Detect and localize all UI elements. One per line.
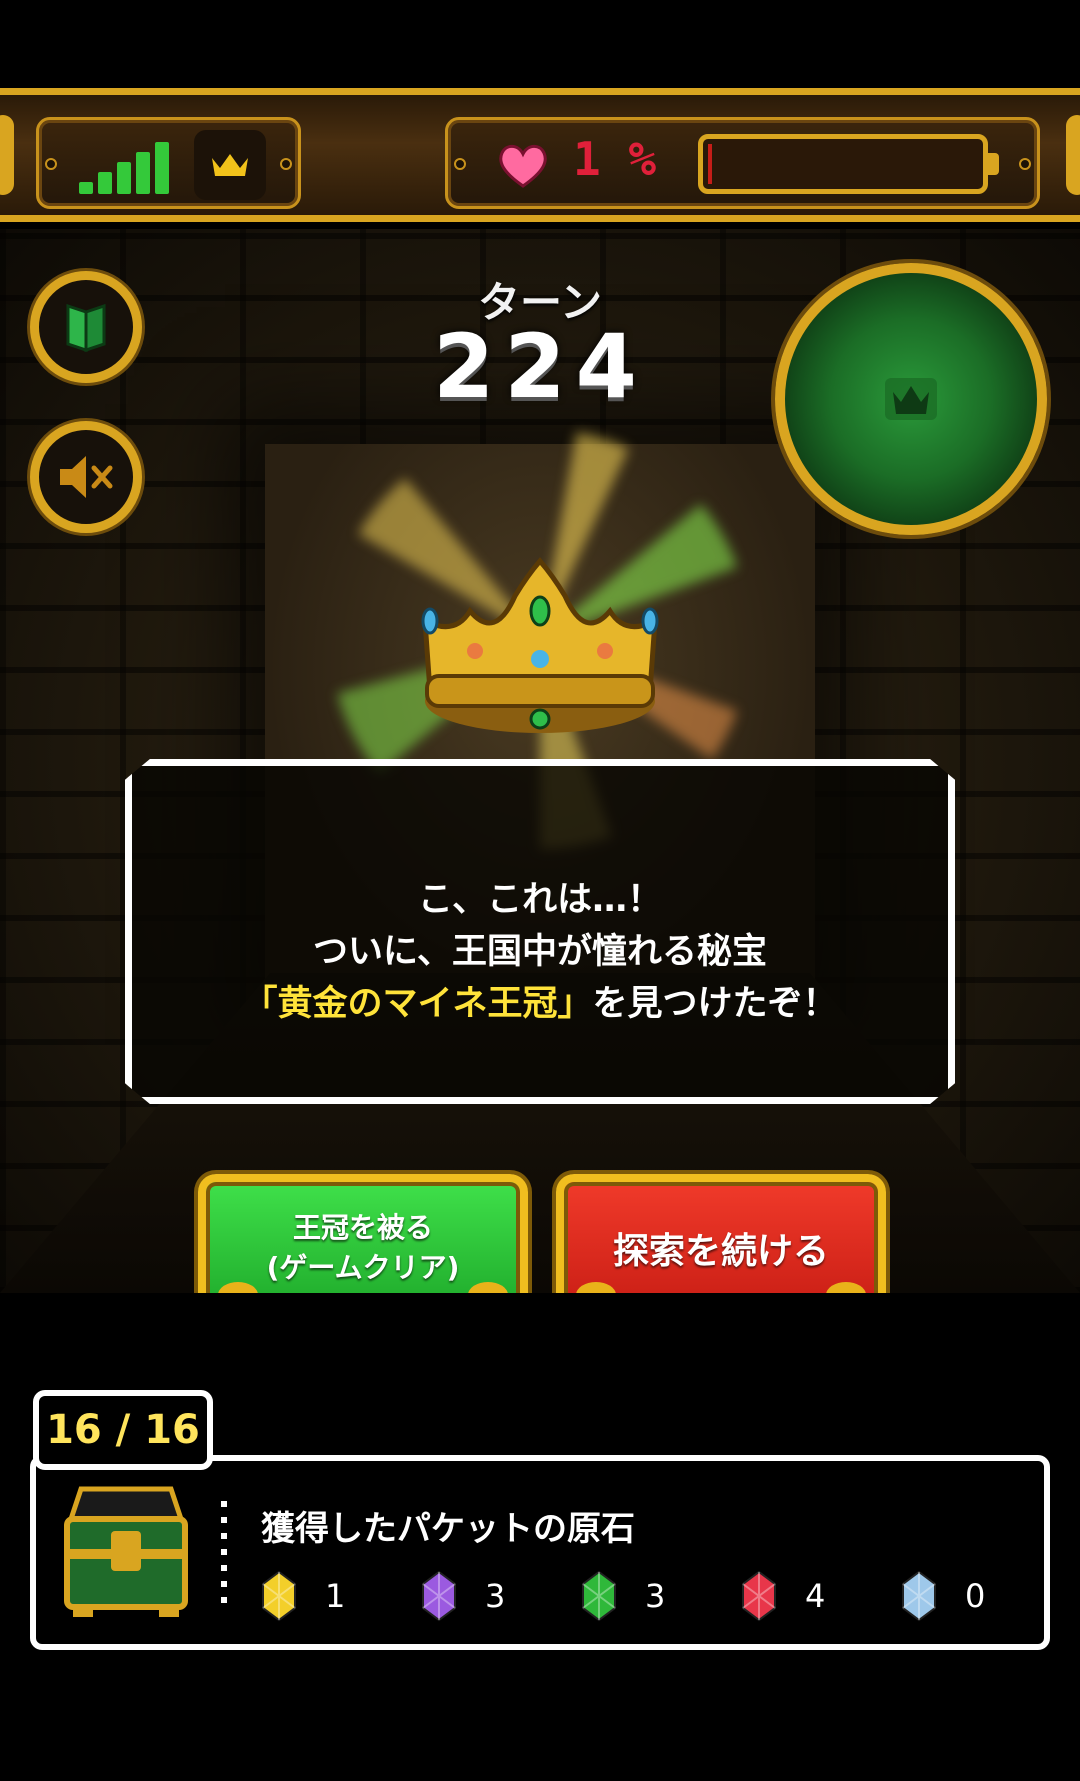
hp-gauge-fill bbox=[708, 144, 712, 184]
frame-ornament bbox=[0, 115, 14, 195]
ornament bbox=[576, 1282, 616, 1293]
red-gem-icon bbox=[742, 1570, 776, 1622]
continue-exploring-button[interactable]: 探索を続ける bbox=[556, 1174, 886, 1293]
dialog-line-2: ついに、王国中が憧れる秘宝 bbox=[313, 932, 767, 972]
signal-bars-icon bbox=[79, 142, 173, 194]
inventory-title: 獲得したパケットの原石 bbox=[261, 1509, 635, 1549]
gem-list: 1 3 3 4 0 bbox=[261, 1566, 1014, 1626]
gem-count: 3 bbox=[645, 1577, 666, 1615]
rainbow-gem-icon bbox=[422, 1570, 456, 1622]
yellow-gem-icon bbox=[262, 1570, 296, 1622]
gem-count: 3 bbox=[485, 1577, 506, 1615]
dialog-line-1: こ、これは…！ bbox=[417, 880, 663, 920]
crown-icon bbox=[885, 378, 937, 420]
blue-gem-icon bbox=[902, 1570, 936, 1622]
crown-icon bbox=[194, 130, 266, 200]
gem-count: 4 bbox=[805, 1577, 826, 1615]
gem-item: 1 bbox=[261, 1566, 345, 1626]
sound-toggle-button[interactable] bbox=[30, 421, 142, 533]
golden-crown-treasure bbox=[421, 557, 659, 733]
wear-crown-button[interactable]: 王冠を被る (ゲームクリア) bbox=[198, 1174, 528, 1293]
dialog-line-3: 「黄金のマイネ王冠」を見つけたぞ！ bbox=[132, 978, 948, 1030]
gem-item: 3 bbox=[581, 1566, 665, 1626]
minimap[interactable] bbox=[775, 263, 1047, 535]
gem-item: 3 bbox=[421, 1566, 505, 1626]
signal-panel bbox=[36, 117, 301, 209]
status-bar: 1 % bbox=[0, 88, 1080, 222]
hp-percent: 1 % bbox=[573, 132, 657, 186]
ornament bbox=[218, 1282, 258, 1293]
frame-ornament bbox=[1066, 115, 1080, 195]
treasure-name: 「黄金のマイネ王冠」 bbox=[242, 984, 593, 1024]
ornament bbox=[826, 1282, 866, 1293]
speaker-muted-icon bbox=[60, 456, 113, 498]
gem-item: 4 bbox=[741, 1566, 825, 1626]
wear-crown-label: 王冠を被る bbox=[292, 1211, 433, 1244]
ornament bbox=[468, 1282, 508, 1293]
dialog-line-3-rest: を見つけたぞ！ bbox=[592, 984, 838, 1024]
treasure-chest-icon bbox=[64, 1486, 188, 1617]
hp-panel: 1 % bbox=[445, 117, 1040, 209]
gem-count: 0 bbox=[965, 1577, 986, 1615]
hp-gauge bbox=[698, 134, 999, 194]
dungeon-scene: ターン 224 こ、これは…！ ついに、王国中が憧れる秘宝 「黄金のマイネ王冠」… bbox=[0, 229, 1080, 1293]
collection-count: 16 / 16 bbox=[33, 1390, 213, 1470]
inventory-panel: 獲得したパケットの原石 1 3 3 4 0 bbox=[30, 1455, 1050, 1650]
heart-icon bbox=[499, 144, 547, 188]
continue-exploring-label: 探索を続ける bbox=[612, 1231, 829, 1272]
gem-count: 1 bbox=[325, 1577, 346, 1615]
game-clear-label: (ゲームクリア) bbox=[266, 1251, 460, 1284]
divider bbox=[221, 1501, 227, 1611]
green-gem-icon bbox=[582, 1570, 616, 1622]
message-dialog: こ、これは…！ ついに、王国中が憧れる秘宝 「黄金のマイネ王冠」を見つけたぞ！ bbox=[125, 759, 955, 1104]
gem-item: 0 bbox=[901, 1566, 985, 1626]
